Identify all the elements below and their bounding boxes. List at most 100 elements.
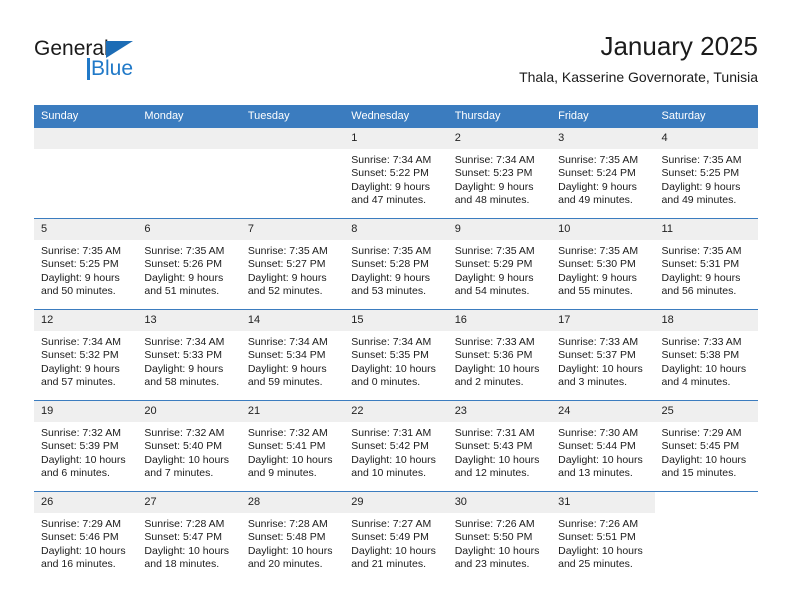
day-info-line: and 53 minutes.: [351, 285, 426, 298]
day-info-line: and 4 minutes.: [661, 376, 731, 389]
day-info-line: Daylight: 10 hours: [247, 544, 333, 557]
calendar-week-row: 5 Sunrise: 7:35 AM Sunset: 5:25 PM Daylight…: [34, 218, 758, 310]
day-sun-info: Sunrise: 7:35 AM Sunset: 5:25 PM Daylight:…: [655, 149, 758, 208]
day-sun-info: Sunrise: 7:26 AM Sunset: 5:51 PM Daylight:…: [551, 513, 654, 572]
calendar-day-cell[interactable]: 29 Sunrise: 7:27 AM Sunset: 5:49 PM Dayligh…: [344, 491, 448, 582]
day-info-line: Daylight: 10 hours: [454, 453, 540, 466]
calendar-day-cell[interactable]: 17 Sunrise: 7:33 AM Sunset: 5:37 PM Dayligh…: [551, 309, 655, 401]
calendar-day-cell[interactable]: 20 Sunrise: 7:32 AM Sunset: 5:40 PM Dayligh…: [137, 400, 241, 492]
day-sun-info: Sunrise: 7:33 AM Sunset: 5:36 PM Daylight:…: [448, 331, 551, 390]
calendar-day-cell[interactable]: 28 Sunrise: 7:28 AM Sunset: 5:48 PM Dayligh…: [240, 491, 345, 582]
weekday-header-monday: Monday: [137, 105, 241, 128]
calendar-day-cell[interactable]: 18 Sunrise: 7:33 AM Sunset: 5:38 PM Dayligh…: [654, 309, 758, 401]
day-sun-info: Sunrise: 7:35 AM Sunset: 5:24 PM Daylight:…: [551, 149, 654, 208]
calendar-day-cell[interactable]: 16 Sunrise: 7:33 AM Sunset: 5:36 PM Dayligh…: [447, 309, 552, 401]
day-info-line: and 12 minutes.: [454, 467, 530, 480]
day-info-line: Sunrise: 7:34 AM: [41, 336, 121, 348]
day-number: 20: [137, 401, 241, 422]
day-info-line: Sunset: 5:27 PM: [247, 258, 326, 271]
day-info-line: Sunrise: 7:29 AM: [661, 427, 742, 439]
calendar-day-cell[interactable]: 22 Sunrise: 7:31 AM Sunset: 5:42 PM Dayligh…: [344, 400, 448, 492]
day-sun-info: Sunrise: 7:35 AM Sunset: 5:31 PM Daylight:…: [655, 240, 758, 299]
calendar-day-cell[interactable]: 23 Sunrise: 7:31 AM Sunset: 5:43 PM Dayligh…: [447, 400, 552, 492]
day-number: 12: [34, 310, 138, 331]
day-number: 14: [240, 310, 345, 331]
day-info-line: Daylight: 9 hours: [41, 271, 120, 284]
day-info-line: Sunset: 5:30 PM: [558, 258, 636, 271]
day-sun-info: Sunrise: 7:27 AM Sunset: 5:49 PM Daylight:…: [344, 513, 447, 572]
calendar-day-cell[interactable]: 14 Sunrise: 7:34 AM Sunset: 5:34 PM Dayligh…: [240, 309, 345, 401]
day-info-line: Sunrise: 7:34 AM: [351, 336, 432, 348]
calendar-day-cell[interactable]: 12 Sunrise: 7:34 AM Sunset: 5:32 PM Dayligh…: [34, 309, 138, 401]
day-info-line: Sunrise: 7:30 AM: [558, 427, 639, 439]
calendar-day-cell[interactable]: 26 Sunrise: 7:29 AM Sunset: 5:46 PM Dayligh…: [34, 491, 138, 582]
day-number: 2: [447, 128, 552, 149]
day-info-line: Sunrise: 7:34 AM: [351, 154, 432, 166]
calendar-day-cell[interactable]: 21 Sunrise: 7:32 AM Sunset: 5:41 PM Dayligh…: [240, 400, 345, 492]
day-number: 3: [551, 128, 655, 149]
calendar-empty-cell: [654, 491, 758, 582]
day-info-line: Sunset: 5:45 PM: [661, 440, 740, 453]
day-info-line: and 49 minutes.: [661, 194, 737, 207]
calendar-day-cell[interactable]: 15 Sunrise: 7:34 AM Sunset: 5:35 PM Dayligh…: [344, 309, 448, 401]
day-number: [240, 128, 345, 149]
calendar-day-cell[interactable]: 27 Sunrise: 7:28 AM Sunset: 5:47 PM Dayligh…: [137, 491, 241, 582]
day-number: [654, 492, 758, 513]
day-info-line: Sunrise: 7:32 AM: [144, 427, 225, 439]
day-info-line: Sunset: 5:28 PM: [351, 258, 429, 271]
day-info-line: Sunset: 5:41 PM: [247, 440, 326, 453]
day-info-line: Sunset: 5:36 PM: [454, 349, 533, 362]
day-number: 18: [654, 310, 758, 331]
general-blue-logo[interactable]: General Blue: [34, 38, 214, 88]
day-info-line: and 20 minutes.: [247, 558, 323, 571]
day-number: 4: [654, 128, 758, 149]
calendar-day-cell[interactable]: 9 Sunrise: 7:35 AM Sunset: 5:29 PM Daylight…: [447, 218, 552, 310]
day-number: 13: [137, 310, 241, 331]
calendar-day-cell[interactable]: 6 Sunrise: 7:35 AM Sunset: 5:26 PM Daylight…: [137, 218, 241, 310]
day-info-line: Sunrise: 7:35 AM: [41, 245, 121, 257]
day-info-line: Sunrise: 7:34 AM: [144, 336, 225, 348]
page-title: January 2025: [600, 31, 758, 61]
day-number: 16: [447, 310, 552, 331]
day-info-line: Sunrise: 7:35 AM: [661, 245, 742, 257]
calendar-day-cell[interactable]: 25 Sunrise: 7:29 AM Sunset: 5:45 PM Dayligh…: [654, 400, 758, 492]
day-info-line: Sunrise: 7:26 AM: [558, 518, 639, 530]
day-info-line: Daylight: 10 hours: [661, 453, 747, 466]
day-sun-info: Sunrise: 7:35 AM Sunset: 5:27 PM Daylight:…: [241, 240, 344, 299]
day-info-line: and 18 minutes.: [144, 558, 220, 571]
day-info-line: Daylight: 9 hours: [144, 362, 224, 375]
day-number: 29: [344, 492, 448, 513]
calendar-day-cell[interactable]: 24 Sunrise: 7:30 AM Sunset: 5:44 PM Dayligh…: [551, 400, 655, 492]
day-sun-info: Sunrise: 7:32 AM Sunset: 5:40 PM Daylight:…: [137, 422, 240, 481]
calendar-day-cell[interactable]: 4 Sunrise: 7:35 AM Sunset: 5:25 PM Daylight…: [654, 127, 758, 219]
day-info-line: and 58 minutes.: [144, 376, 220, 389]
day-number: 11: [654, 219, 758, 240]
day-sun-info: Sunrise: 7:31 AM Sunset: 5:43 PM Daylight:…: [448, 422, 551, 481]
calendar-day-cell[interactable]: 10 Sunrise: 7:35 AM Sunset: 5:30 PM Dayligh…: [551, 218, 655, 310]
day-info-line: Daylight: 10 hours: [144, 453, 230, 466]
calendar-day-cell[interactable]: 11 Sunrise: 7:35 AM Sunset: 5:31 PM Dayligh…: [654, 218, 758, 310]
calendar-day-cell[interactable]: 30 Sunrise: 7:26 AM Sunset: 5:50 PM Dayligh…: [447, 491, 552, 582]
day-info-line: Sunrise: 7:28 AM: [247, 518, 328, 530]
day-info-line: and 55 minutes.: [558, 285, 633, 298]
calendar-empty-cell: [34, 127, 138, 219]
calendar-day-cell[interactable]: 8 Sunrise: 7:35 AM Sunset: 5:28 PM Daylight…: [344, 218, 448, 310]
calendar-day-cell[interactable]: 5 Sunrise: 7:35 AM Sunset: 5:25 PM Daylight…: [34, 218, 138, 310]
page-subtitle: Thala, Kasserine Governorate, Tunisia: [519, 69, 758, 85]
calendar-week-row: 1 Sunrise: 7:34 AM Sunset: 5:22 PM Daylight…: [34, 127, 758, 219]
calendar-day-cell[interactable]: 19 Sunrise: 7:32 AM Sunset: 5:39 PM Dayligh…: [34, 400, 138, 492]
calendar-day-cell[interactable]: 31 Sunrise: 7:26 AM Sunset: 5:51 PM Dayligh…: [551, 491, 655, 582]
calendar-day-cell[interactable]: 1 Sunrise: 7:34 AM Sunset: 5:22 PM Daylight…: [344, 127, 448, 219]
day-info-line: Daylight: 9 hours: [558, 271, 637, 284]
calendar-day-cell[interactable]: 13 Sunrise: 7:34 AM Sunset: 5:33 PM Dayligh…: [137, 309, 241, 401]
calendar-day-cell[interactable]: 2 Sunrise: 7:34 AM Sunset: 5:23 PM Daylight…: [447, 127, 552, 219]
day-info-line: and 3 minutes.: [558, 376, 627, 389]
day-info-line: Daylight: 9 hours: [661, 271, 741, 284]
day-sun-info: Sunrise: 7:35 AM Sunset: 5:30 PM Daylight:…: [551, 240, 654, 299]
day-info-line: Sunrise: 7:32 AM: [247, 427, 328, 439]
calendar-day-cell[interactable]: 3 Sunrise: 7:35 AM Sunset: 5:24 PM Daylight…: [551, 127, 655, 219]
calendar-day-cell[interactable]: 7 Sunrise: 7:35 AM Sunset: 5:27 PM Daylight…: [240, 218, 345, 310]
day-info-line: and 10 minutes.: [351, 467, 426, 480]
calendar-grid: Sunday Monday Tuesday Wednesday Thursday Frid…: [34, 105, 758, 582]
day-info-line: and 2 minutes.: [454, 376, 524, 389]
